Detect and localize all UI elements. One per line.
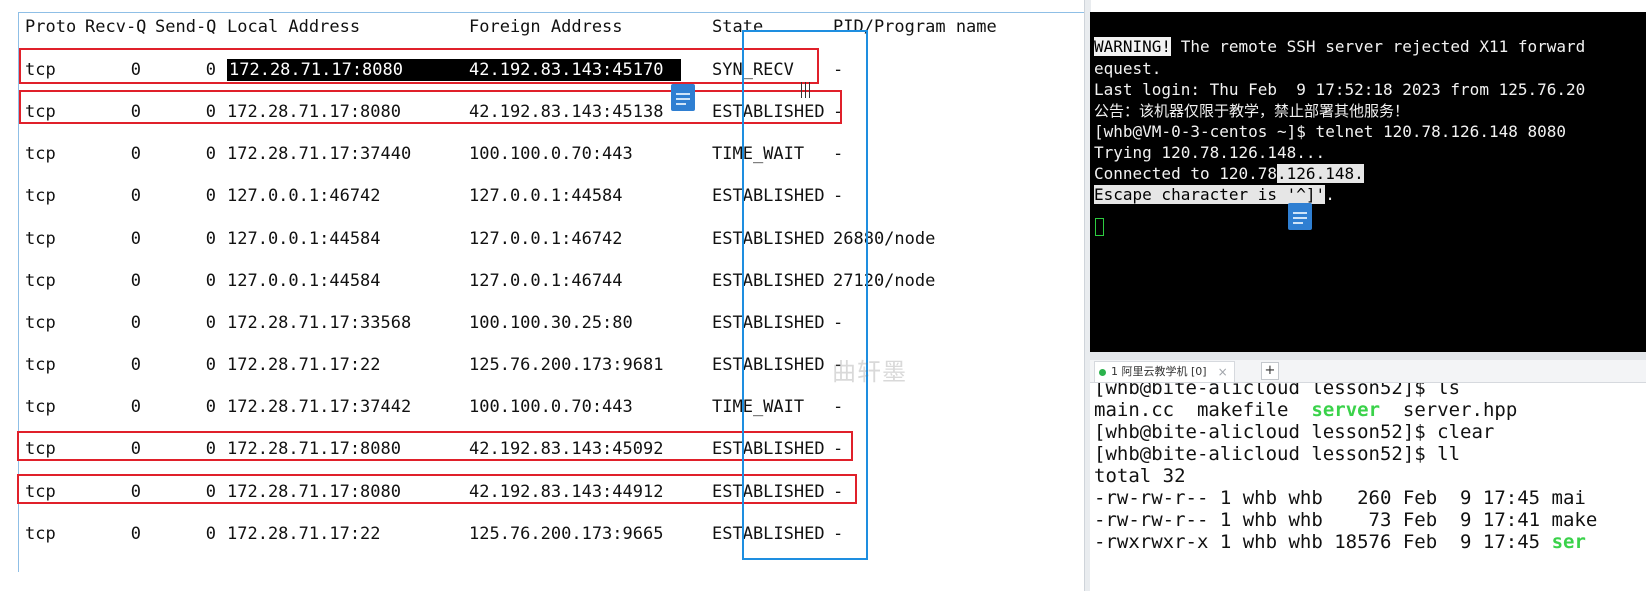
terminal-line-telnet-command: [whb@VM-0-3-centos ~]$ telnet 120.78.126…	[1094, 122, 1567, 141]
terminal-line-prompt-ll: [whb@bite-alicloud lesson52]$ ll	[1094, 443, 1461, 465]
header-proto: Proto	[25, 17, 77, 37]
cell-local-address: 127.0.0.1:44584	[227, 229, 381, 249]
cell-foreign-address: 127.0.0.1:46742	[469, 229, 623, 249]
watermark-text: 曲轩墨	[832, 358, 907, 386]
cell-proto: tcp	[25, 355, 56, 375]
selected-text: Escape character is '^]'	[1094, 185, 1326, 204]
panel-border-top	[18, 12, 1084, 13]
file-name: main.cc	[1094, 399, 1175, 421]
cell-foreign-address: 125.76.200.173:9681	[469, 355, 664, 375]
terminal-line: Trying 120.78.126.148...	[1094, 143, 1326, 162]
cell-foreign-address: 100.100.0.70:443	[469, 397, 633, 417]
selected-text: .126.148.	[1277, 164, 1364, 183]
cell-local-address: 172.28.71.17:37440	[227, 144, 412, 164]
cell-recvq: 0	[130, 355, 141, 375]
cell-sendq: 0	[205, 271, 216, 291]
cell-sendq: 0	[205, 524, 216, 544]
state-column-highlight-box	[742, 30, 868, 560]
terminal-line-file-entry: -rw-rw-r-- 1 whb whb 73 Feb 9 17:41 make	[1094, 509, 1598, 531]
cell-recvq: 0	[130, 397, 141, 417]
header-recvq: Recv-Q	[85, 17, 147, 37]
executable-file-name: server	[1311, 399, 1381, 421]
cell-local-address: 172.28.71.17:37442	[227, 397, 412, 417]
cell-sendq: 0	[205, 144, 216, 164]
terminal-line-total: total 32	[1094, 465, 1186, 487]
warning-text: The remote SSH server rejected X11 forwa…	[1171, 37, 1586, 56]
cell-recvq: 0	[130, 271, 141, 291]
cell-recvq: 0	[130, 313, 141, 333]
close-icon[interactable]: ×	[1218, 362, 1228, 382]
terminal-line-prompt-clear: [whb@bite-alicloud lesson52]$ clear	[1094, 421, 1495, 443]
session-tab-bar: 1 阿里云教学机 [0] × +	[1090, 360, 1646, 383]
cell-proto: tcp	[25, 313, 56, 333]
cell-local-address: 172.28.71.17:22	[227, 524, 381, 544]
cell-sendq: 0	[205, 186, 216, 206]
file-name: server.hpp	[1402, 399, 1518, 421]
terminal-cursor	[1095, 218, 1104, 236]
terminal-line-ls-output: main.cc makefile server server.hpp	[1094, 398, 1517, 422]
add-tab-button[interactable]: +	[1261, 362, 1279, 380]
cell-local-address: 127.0.0.1:46742	[227, 186, 381, 206]
connected-text: Connected to 120.78	[1094, 164, 1278, 183]
terminal-line: Last login: Thu Feb 9 17:52:18 2023 from…	[1094, 80, 1586, 99]
cell-proto: tcp	[25, 524, 56, 544]
highlight-box-45092	[17, 431, 853, 461]
floating-note-icon[interactable]	[1288, 203, 1312, 230]
cell-foreign-address: 100.100.0.70:443	[469, 144, 633, 164]
header-local-address: Local Address	[227, 17, 361, 37]
netstat-output-panel: Proto Recv-Q Send-Q Local Address Foreig…	[0, 0, 1084, 591]
cell-local-address: 127.0.0.1:44584	[227, 271, 381, 291]
pane-separator[interactable]	[1090, 352, 1646, 360]
header-sendq: Send-Q	[155, 17, 217, 37]
terminal-line-connected: Connected to 120.78.126.148.	[1094, 163, 1364, 185]
cell-foreign-address: 100.100.30.25:80	[469, 313, 633, 333]
file-entry-text: -rwxrwxr-x 1 whb whb 18576 Feb 9 17:45	[1094, 531, 1552, 553]
highlight-box-syn-recv	[19, 48, 819, 84]
cell-recvq: 0	[130, 186, 141, 206]
cell-sendq: 0	[205, 397, 216, 417]
terminal-line: equest.	[1094, 59, 1162, 78]
warning-tag: WARNING!	[1094, 37, 1172, 56]
session-tab-label: 1 阿里云教学机 [0]	[1111, 365, 1207, 378]
escape-dot: .	[1325, 185, 1335, 204]
cell-recvq: 0	[130, 524, 141, 544]
cell-foreign-address: 125.76.200.173:9665	[469, 524, 664, 544]
highlight-box-45138	[19, 90, 842, 124]
terminal-line-notice: 公告：该机器仅限于教学，禁止部署其他服务！	[1094, 102, 1410, 120]
highlight-box-44912	[17, 474, 857, 504]
cell-sendq: 0	[205, 229, 216, 249]
cell-proto: tcp	[25, 144, 56, 164]
cell-foreign-address: 127.0.0.1:46744	[469, 271, 623, 291]
terminal-line-file-entry: -rwxrwxr-x 1 whb whb 18576 Feb 9 17:45 s…	[1094, 530, 1586, 554]
floating-note-icon[interactable]	[671, 84, 695, 111]
session-tab[interactable]: 1 阿里云教学机 [0] ×	[1094, 361, 1235, 382]
cell-proto: tcp	[25, 186, 56, 206]
cell-local-address: 172.28.71.17:33568	[227, 313, 412, 333]
local-terminal[interactable]: [whb@bite-alicloud lesson52]$ ls main.cc…	[1090, 383, 1646, 591]
text-cursor-icon	[801, 82, 810, 98]
ssh-terminal[interactable]: WARNING! The remote SSH server rejected …	[1090, 12, 1646, 352]
cell-foreign-address: 127.0.0.1:44584	[469, 186, 623, 206]
terminal-line-file-entry: -rw-rw-r-- 1 whb whb 260 Feb 9 17:45 mai	[1094, 487, 1586, 509]
cell-sendq: 0	[205, 313, 216, 333]
cell-recvq: 0	[130, 144, 141, 164]
executable-file-name: ser	[1551, 531, 1586, 553]
connected-status-icon	[1099, 368, 1106, 376]
cell-sendq: 0	[205, 355, 216, 375]
cell-local-address: 172.28.71.17:22	[227, 355, 381, 375]
cell-proto: tcp	[25, 229, 56, 249]
cell-proto: tcp	[25, 271, 56, 291]
file-name: makefile	[1196, 399, 1289, 421]
cell-proto: tcp	[25, 397, 56, 417]
terminal-line-warning: WARNING! The remote SSH server rejected …	[1094, 36, 1585, 58]
cell-recvq: 0	[130, 229, 141, 249]
header-foreign-address: Foreign Address	[469, 17, 623, 37]
